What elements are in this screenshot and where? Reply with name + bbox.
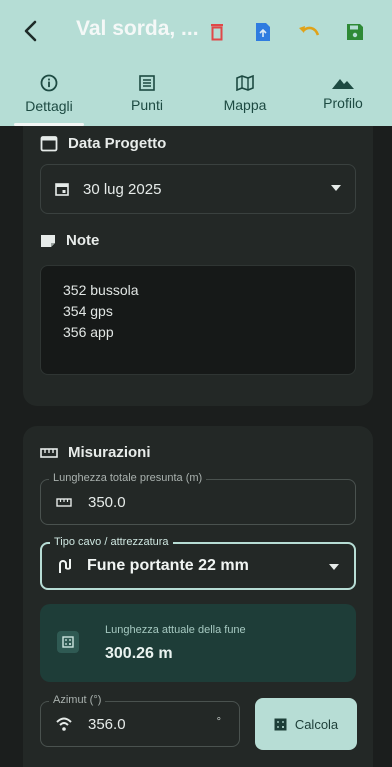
export-button[interactable] (240, 19, 286, 45)
dropdown-arrow-icon (329, 564, 339, 570)
tab-profilo[interactable]: Profilo (294, 62, 392, 126)
save-button[interactable] (332, 19, 378, 45)
tab-label: Profilo (323, 95, 363, 111)
calculate-label: Calcola (294, 716, 339, 732)
terrain-icon (332, 79, 354, 89)
date-value: 30 lug 2025 (83, 180, 162, 198)
export-icon (256, 23, 270, 41)
notes-header: Note (40, 232, 99, 249)
current-length-value: 300.26 m (105, 645, 173, 662)
total-length-label: Lunghezza totale presunta (m) (49, 472, 207, 484)
cable-type-select[interactable]: Tipo cavo / attrezzatura Fune portante 2… (40, 536, 356, 590)
total-length-field[interactable]: Lunghezza totale presunta (m) 350.0 (40, 472, 356, 525)
note-icon (41, 234, 55, 247)
measurements-header: Misurazioni (40, 444, 151, 461)
tab-bar: Dettagli Punti Mappa Profilo (0, 62, 392, 126)
measurements-card: Misurazioni Lunghezza totale presunta (m… (23, 426, 373, 767)
page-title: Val sorda, ... (76, 17, 199, 40)
ruler-icon (56, 497, 72, 507)
info-icon (40, 74, 58, 92)
note-line: 352 bussola (63, 282, 139, 298)
tab-dettagli[interactable]: Dettagli (0, 62, 98, 126)
undo-button[interactable] (286, 19, 332, 45)
project-info-card: Data Progetto 30 lug 2025 Note 352 busso… (23, 126, 373, 406)
list-icon (139, 75, 155, 91)
total-length-value: 350.0 (88, 493, 126, 511)
cable-icon (59, 559, 71, 573)
trash-icon (211, 24, 223, 41)
tab-label: Dettagli (25, 98, 73, 114)
project-date-title: Data Progetto (68, 134, 167, 152)
tab-punti[interactable]: Punti (98, 62, 196, 126)
tab-label: Mappa (223, 97, 267, 113)
save-icon (347, 24, 363, 40)
current-length-label: Lunghezza attuale della fune (105, 624, 246, 636)
measurements-title: Misurazioni (68, 444, 151, 461)
calendar-small-icon (55, 183, 69, 196)
azimuth-label: Azimut (°) (49, 694, 106, 706)
toolbar-actions (194, 19, 378, 45)
date-picker[interactable]: 30 lug 2025 (40, 164, 356, 214)
tab-mappa[interactable]: Mappa (196, 62, 294, 126)
tab-label: Punti (131, 97, 163, 113)
note-line: 356 app (63, 324, 114, 340)
back-button[interactable] (0, 0, 60, 62)
calculator-icon (57, 631, 79, 653)
back-arrow-icon (24, 20, 37, 42)
calculator-icon (274, 718, 287, 730)
note-line: 354 gps (63, 303, 113, 319)
map-icon (236, 75, 254, 91)
azimuth-field[interactable]: Azimut (°) 356.0 ° (40, 694, 240, 747)
details-content[interactable]: Data Progetto 30 lug 2025 Note 352 busso… (0, 126, 392, 767)
notes-title: Note (66, 232, 100, 249)
ruler-icon (40, 447, 58, 458)
cable-type-label: Tipo cavo / attrezzatura (50, 536, 173, 548)
cable-type-value: Fune portante 22 mm (87, 557, 249, 574)
project-date-header: Data Progetto (40, 134, 166, 152)
azimuth-unit: ° (216, 716, 221, 728)
delete-button[interactable] (194, 19, 240, 45)
undo-icon (299, 26, 320, 36)
compass-icon (56, 717, 72, 731)
calculate-button[interactable]: Calcola (255, 698, 357, 750)
app-bar: Val sorda, ... (0, 0, 392, 62)
calendar-icon (40, 136, 58, 152)
azimuth-value: 356.0 (88, 715, 126, 733)
notes-textarea[interactable]: 352 bussola 354 gps 356 app (40, 265, 356, 375)
current-length-panel: Lunghezza attuale della fune 300.26 m (40, 604, 356, 682)
dropdown-arrow-icon (331, 185, 341, 191)
